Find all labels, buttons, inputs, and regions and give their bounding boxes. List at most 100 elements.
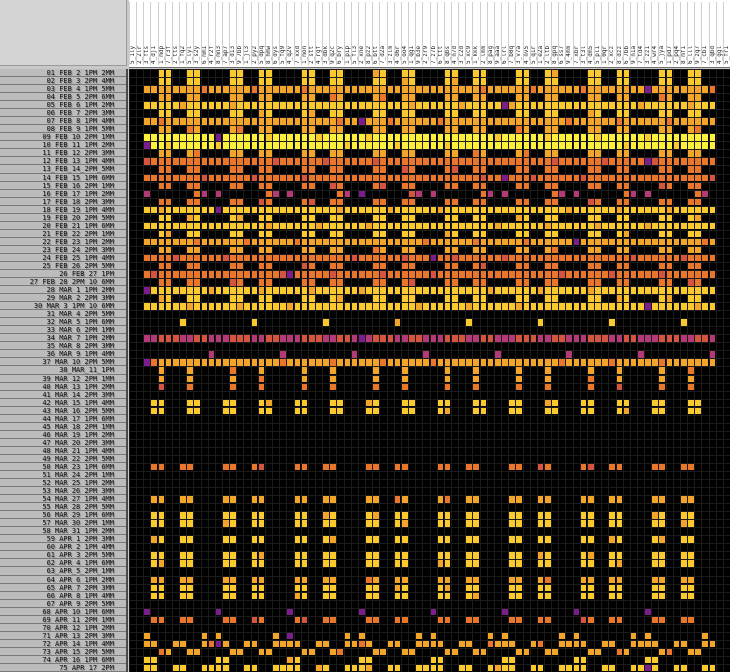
heatmap-cell[interactable]: [322, 576, 329, 584]
heatmap-cell[interactable]: [658, 165, 666, 173]
heatmap-cell[interactable]: [444, 230, 451, 238]
heatmap-cell[interactable]: [594, 648, 601, 656]
heatmap-cell[interactable]: [587, 383, 594, 391]
heatmap-cell[interactable]: [701, 640, 709, 648]
heatmap-cell[interactable]: [430, 141, 437, 149]
heatmap-cell[interactable]: [616, 230, 623, 238]
heatmap-cell[interactable]: [587, 375, 594, 383]
heatmap-cell[interactable]: [587, 334, 594, 342]
heatmap-cell[interactable]: [608, 318, 615, 326]
heatmap-cell[interactable]: [215, 334, 222, 342]
heatmap-cell[interactable]: [658, 109, 666, 117]
heatmap-cell[interactable]: [680, 511, 687, 519]
heatmap-cell[interactable]: [351, 358, 358, 366]
heatmap-cell[interactable]: [637, 133, 644, 141]
heatmap-cell[interactable]: [258, 592, 265, 600]
row-header-label[interactable]: 42_MAR_15_1PM_4MM: [0, 399, 126, 407]
heatmap-cell[interactable]: [351, 270, 358, 278]
heatmap-cell[interactable]: [372, 214, 379, 222]
heatmap-cell[interactable]: [294, 101, 301, 109]
heatmap-cell[interactable]: [544, 302, 551, 310]
heatmap-cell[interactable]: [565, 133, 573, 141]
heatmap-cell[interactable]: [215, 254, 222, 262]
heatmap-cell[interactable]: [480, 214, 487, 222]
heatmap-cell[interactable]: [372, 133, 379, 141]
row-header-label[interactable]: 23_FEB_24_2PM_3MM: [0, 246, 126, 254]
heatmap-cell[interactable]: [165, 77, 172, 85]
heatmap-cell[interactable]: [251, 85, 258, 93]
heatmap-cell[interactable]: [594, 254, 601, 262]
heatmap-cell[interactable]: [580, 101, 587, 109]
heatmap-cell[interactable]: [394, 592, 401, 600]
heatmap-cell[interactable]: [422, 238, 429, 246]
heatmap-cell[interactable]: [580, 302, 587, 310]
heatmap-cell[interactable]: [379, 358, 387, 366]
heatmap-cell[interactable]: [294, 174, 301, 182]
heatmap-cell[interactable]: [580, 85, 587, 93]
heatmap-cell[interactable]: [451, 141, 458, 149]
heatmap-cell[interactable]: [279, 141, 286, 149]
heatmap-cell[interactable]: [394, 535, 401, 543]
heatmap-cell[interactable]: [301, 141, 308, 149]
heatmap-cell[interactable]: [544, 551, 551, 559]
heatmap-cell[interactable]: [430, 358, 437, 366]
heatmap-cell[interactable]: [394, 495, 401, 503]
heatmap-cell[interactable]: [215, 640, 222, 648]
heatmap-cell[interactable]: [687, 109, 694, 117]
heatmap-cell[interactable]: [408, 262, 415, 270]
heatmap-cell[interactable]: [251, 664, 258, 672]
heatmap-cell[interactable]: [494, 206, 501, 214]
heatmap-cell[interactable]: [379, 302, 387, 310]
heatmap-cell[interactable]: [430, 222, 437, 230]
heatmap-cell[interactable]: [301, 286, 308, 294]
heatmap-cell[interactable]: [379, 157, 387, 165]
heatmap-cell[interactable]: [322, 254, 329, 262]
heatmap-cell[interactable]: [279, 174, 286, 182]
heatmap-cell[interactable]: [687, 254, 694, 262]
heatmap-cell[interactable]: [673, 157, 680, 165]
heatmap-cell[interactable]: [372, 463, 379, 471]
heatmap-cell[interactable]: [201, 640, 208, 648]
heatmap-cell[interactable]: [329, 519, 336, 527]
heatmap-cell[interactable]: [422, 174, 429, 182]
column-header-label[interactable]: 4_rgf: [315, 2, 322, 65]
heatmap-cell[interactable]: [623, 262, 630, 270]
heatmap-cell[interactable]: [515, 648, 522, 656]
heatmap-cell[interactable]: [658, 149, 666, 157]
heatmap-cell[interactable]: [616, 157, 623, 165]
heatmap-cell[interactable]: [379, 133, 387, 141]
heatmap-cell[interactable]: [530, 117, 537, 125]
heatmap-cell[interactable]: [394, 640, 401, 648]
heatmap-cell[interactable]: [236, 246, 243, 254]
heatmap-cell[interactable]: [551, 77, 558, 85]
heatmap-cell[interactable]: [544, 206, 551, 214]
heatmap-cell[interactable]: [666, 157, 673, 165]
heatmap-cell[interactable]: [143, 85, 150, 93]
heatmap-cell[interactable]: [658, 101, 666, 109]
heatmap-cell[interactable]: [394, 117, 401, 125]
heatmap-cell[interactable]: [258, 206, 265, 214]
heatmap-cell[interactable]: [673, 222, 680, 230]
heatmap-cell[interactable]: [301, 375, 308, 383]
heatmap-cell[interactable]: [329, 262, 336, 270]
heatmap-cell[interactable]: [379, 278, 387, 286]
heatmap-cell[interactable]: [186, 286, 193, 294]
heatmap-cell[interactable]: [344, 85, 351, 93]
heatmap-cell[interactable]: [551, 157, 558, 165]
heatmap-cell[interactable]: [687, 358, 694, 366]
heatmap-cell[interactable]: [637, 222, 644, 230]
heatmap-cell[interactable]: [236, 294, 243, 302]
heatmap-cell[interactable]: [236, 174, 243, 182]
heatmap-cell[interactable]: [301, 254, 308, 262]
column-header-label[interactable]: 5_dpq: [257, 2, 265, 65]
heatmap-cell[interactable]: [158, 535, 165, 543]
heatmap-cell[interactable]: [523, 214, 530, 222]
heatmap-cell[interactable]: [236, 182, 243, 190]
heatmap-cell[interactable]: [186, 182, 193, 190]
heatmap-cell[interactable]: [515, 206, 522, 214]
heatmap-cell[interactable]: [551, 334, 558, 342]
heatmap-cell[interactable]: [143, 222, 150, 230]
heatmap-cell[interactable]: [587, 157, 594, 165]
heatmap-cell[interactable]: [258, 141, 265, 149]
heatmap-cell[interactable]: [329, 616, 336, 624]
